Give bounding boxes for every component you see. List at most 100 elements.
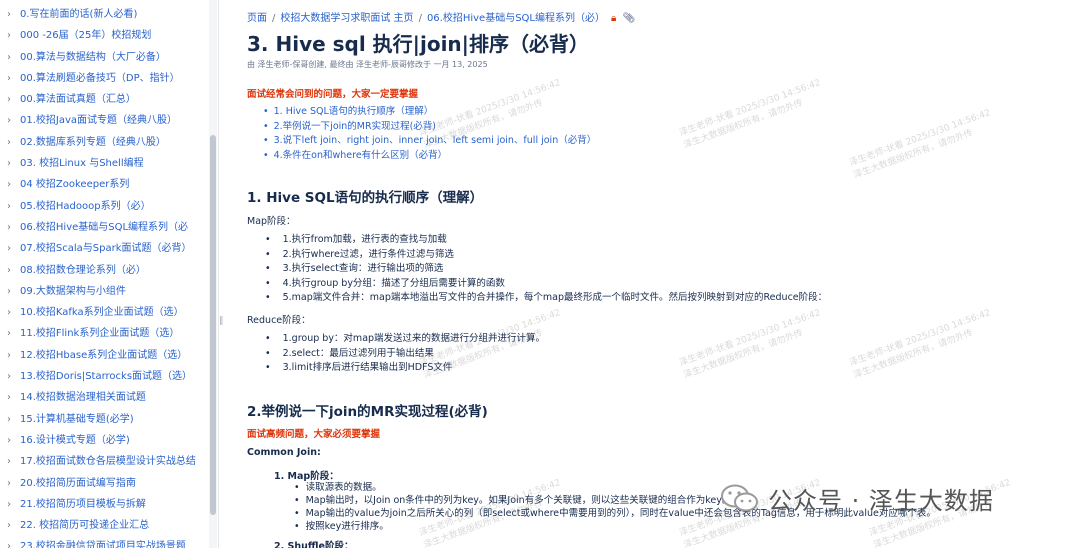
chevron-right-icon[interactable]: › [7, 238, 11, 259]
sidebar-item[interactable]: › 22. 校招简历可投递企业汇总 [0, 515, 205, 536]
watermark-text: 泽生老师-状看 2025/3/30 14:56:42 泽生大数据版权所有，请勿外传 [677, 75, 826, 151]
chevron-right-icon[interactable]: › [7, 323, 11, 344]
resize-grip-icon[interactable]: ‖ [219, 316, 224, 326]
sidebar-item-label: 000 -26届（25年）校招规划 [20, 30, 152, 42]
sidebar-item[interactable]: › 10.校招Kafka系列企业面试题（选） [0, 302, 205, 323]
sidebar-item-label: 20.校招简历面试编写指南 [20, 477, 136, 489]
sidebar-item-label: 05.校招Hadooop系列（必） [20, 200, 151, 212]
chevron-right-icon[interactable]: › [7, 217, 11, 238]
reduce-stage-list: 1.group by：对map端发送过来的数据进行分组并进行计算。 2.sele… [265, 332, 545, 376]
sidebar-item[interactable]: › 16.设计模式专题（必学) [0, 430, 205, 451]
breadcrumb-separator: / [418, 13, 422, 24]
breadcrumb-item-home[interactable]: 校招大数据学习求职面试 主页 [280, 13, 413, 24]
chevron-right-icon[interactable]: › [7, 260, 11, 281]
table-of-contents: 1. Hive SQL语句的执行顺序（理解） 2.举例说一下join的MR实现过… [263, 105, 597, 164]
sidebar-resize-divider[interactable] [218, 0, 219, 548]
sidebar-item[interactable]: › 23.校招金融信贷面试项目实战场景题 [0, 536, 205, 548]
chevron-right-icon[interactable]: › [7, 515, 11, 536]
sidebar-item-label: 04 校招Zookeeper系列 [20, 179, 130, 191]
chevron-right-icon[interactable]: › [7, 89, 11, 110]
chevron-right-icon[interactable]: › [7, 4, 11, 25]
toc-link[interactable]: 2.举例说一下join的MR实现过程(必背) [263, 120, 596, 135]
breadcrumb-item-parent[interactable]: 06.校招Hive基础与SQL编程系列（必） [427, 13, 605, 24]
sidebar-item[interactable]: › 08.校招数仓理论系列（必） [0, 260, 205, 281]
list-item: 2.执行where过滤，进行条件过滤与筛选 [265, 248, 827, 263]
watermark-line: 泽生老师-状看 2025/3/30 14:56:42 [678, 78, 823, 139]
sidebar-item-label: 14.校招数据治理相关面试题 [20, 392, 146, 404]
chevron-right-icon[interactable]: › [7, 25, 11, 46]
chevron-right-icon[interactable]: › [7, 494, 11, 515]
sidebar-item-label: 10.校招Kafka系列企业面试题（选） [20, 307, 184, 319]
sidebar-scrollbar[interactable] [209, 0, 217, 548]
sidebar-item[interactable]: › 07.校招Scala与Spark面试题（必背） [0, 238, 205, 259]
chevron-right-icon[interactable]: › [7, 110, 11, 131]
chevron-right-icon[interactable]: › [7, 345, 11, 366]
chevron-right-icon[interactable]: › [7, 281, 11, 302]
sidebar-item[interactable]: › 00.算法面试真题（汇总） [0, 89, 205, 110]
sidebar-list: › 0.写在前面的话(新人必看) › 000 -26届（25年）校招规划 › 00.算法与… [0, 4, 205, 548]
sidebar-item[interactable]: › 13.校招Doris|Starrocks面试题（选） [0, 366, 205, 387]
sidebar-item[interactable]: › 11.校招Flink系列企业面试题（选） [0, 323, 205, 344]
sidebar-item-label: 15.计算机基础专题(必学) [20, 413, 134, 425]
breadcrumb: 页面 / 校招大数据学习求职面试 主页 / 06.校招Hive基础与SQL编程系列（必）… [247, 9, 635, 24]
chevron-right-icon[interactable]: › [7, 430, 11, 451]
sidebar-scrollbar-thumb[interactable] [210, 135, 216, 515]
chevron-right-icon[interactable]: › [7, 47, 11, 68]
chevron-right-icon[interactable]: › [7, 451, 11, 472]
watermark-line: 泽生大数据版权所有，请勿外传 [682, 328, 805, 381]
chevron-right-icon[interactable]: › [7, 387, 11, 408]
toc-link[interactable]: 3.说下left join、right join、inner join、left… [263, 134, 597, 149]
page-byline: 由 泽生老师-保哥创建, 最终由 泽生老师-辰哥修改于 一月 13, 2025 [247, 60, 488, 69]
sidebar-item[interactable]: › 000 -26届（25年）校招规划 [0, 25, 205, 46]
sidebar-item[interactable]: › 00.算法刷题必备技巧（DP、指针） [0, 68, 205, 89]
watermark-text: 泽生老师-状看 2025/3/30 14:56:42 泽生大数据版权所有，请勿外传 [847, 305, 996, 381]
chevron-right-icon[interactable]: › [7, 153, 11, 174]
reduce-stage-label: Reduce阶段： [247, 315, 311, 326]
sidebar-item[interactable]: › 00.算法与数据结构（大厂必备） [0, 47, 205, 68]
sidebar-item-label: 0.写在前面的话(新人必看) [20, 9, 138, 20]
wechat-account-name: 公众号 · 泽生大数据 [768, 487, 994, 515]
sidebar-item[interactable]: › 12.校招Hbase系列企业面试题（选） [0, 345, 205, 366]
sidebar-item[interactable]: › 09.大数据架构与小组件 [0, 281, 205, 302]
chevron-right-icon[interactable]: › [7, 536, 11, 548]
toc-link[interactable]: 4.条件在on和where有什么区别（必背） [263, 149, 596, 164]
sidebar-item-label: 01.校招Java面试专题（经典八股） [20, 115, 178, 127]
chevron-right-icon[interactable]: › [7, 196, 11, 217]
chevron-right-icon[interactable]: › [7, 174, 11, 195]
page-title: 3. Hive sql 执行|join|排序（必背） [247, 32, 589, 56]
sidebar-item[interactable]: › 03. 校招Linux 与Shell编程 [0, 153, 205, 174]
sidebar-item[interactable]: › 04 校招Zookeeper系列 [0, 174, 205, 195]
sidebar-item-label: 09.大数据架构与小组件 [20, 285, 126, 297]
paperclip-icon[interactable]: 📎︎ [622, 13, 635, 24]
list-item: 2.select：最后过滤列用于输出结果 [265, 347, 545, 362]
sidebar-item[interactable]: › 17.校招面试数仓各层模型设计实战总结 [0, 451, 205, 472]
section-note: 面试高频问题，大家必须要掌握 [247, 429, 381, 440]
section-heading-1: 1. Hive SQL语句的执行顺序（理解） [247, 190, 484, 206]
sidebar-item-label: 22. 校招简历可投递企业汇总 [20, 520, 150, 532]
sidebar-item[interactable]: › 14.校招数据治理相关面试题 [0, 387, 205, 408]
chevron-right-icon[interactable]: › [7, 68, 11, 89]
watermark-text: 泽生老师-状看 2025/3/30 14:56:42 泽生大数据版权所有，请勿外传 [677, 305, 826, 381]
sidebar-item[interactable]: › 01.校招Java面试专题（经典八股） [0, 110, 205, 131]
sidebar-item[interactable]: › 20.校招简历面试编写指南 [0, 473, 205, 494]
list-item: 1.执行from加载，进行表的查找与加载 [265, 233, 827, 248]
sidebar-item[interactable]: › 02.数据库系列专题（经典八股） [0, 132, 205, 153]
sidebar: › 0.写在前面的话(新人必看) › 000 -26届（25年）校招规划 › 00.算法与… [0, 0, 205, 548]
sidebar-item-label: 06.校招Hive基础与SQL编程系列（必 [20, 221, 189, 233]
toc-link[interactable]: 1. Hive SQL语句的执行顺序（理解） [263, 105, 596, 120]
sidebar-item[interactable]: › 21.校招简历项目模板与拆解 [0, 494, 205, 515]
sidebar-item-label: 21.校招简历项目模板与拆解 [20, 498, 146, 510]
chevron-right-icon[interactable]: › [7, 366, 11, 387]
chevron-right-icon[interactable]: › [7, 473, 11, 494]
sidebar-item[interactable]: › 0.写在前面的话(新人必看) [0, 4, 205, 25]
lock-icon[interactable]: 🔒︎ [611, 13, 616, 24]
sidebar-item[interactable]: › 15.计算机基础专题(必学) [0, 409, 205, 430]
watermark-line: 泽生老师-状看 2025/3/30 14:56:42 [678, 308, 823, 369]
chevron-right-icon[interactable]: › [7, 302, 11, 323]
breadcrumb-item-pages[interactable]: 页面 [247, 13, 267, 24]
chevron-right-icon[interactable]: › [7, 132, 11, 153]
page-content: 页面 / 校招大数据学习求职面试 主页 / 06.校招Hive基础与SQL编程系列（必）… [247, 0, 1067, 548]
sidebar-item[interactable]: › 06.校招Hive基础与SQL编程系列（必 [0, 217, 205, 238]
sidebar-item[interactable]: › 05.校招Hadooop系列（必） [0, 196, 205, 217]
chevron-right-icon[interactable]: › [7, 409, 11, 430]
